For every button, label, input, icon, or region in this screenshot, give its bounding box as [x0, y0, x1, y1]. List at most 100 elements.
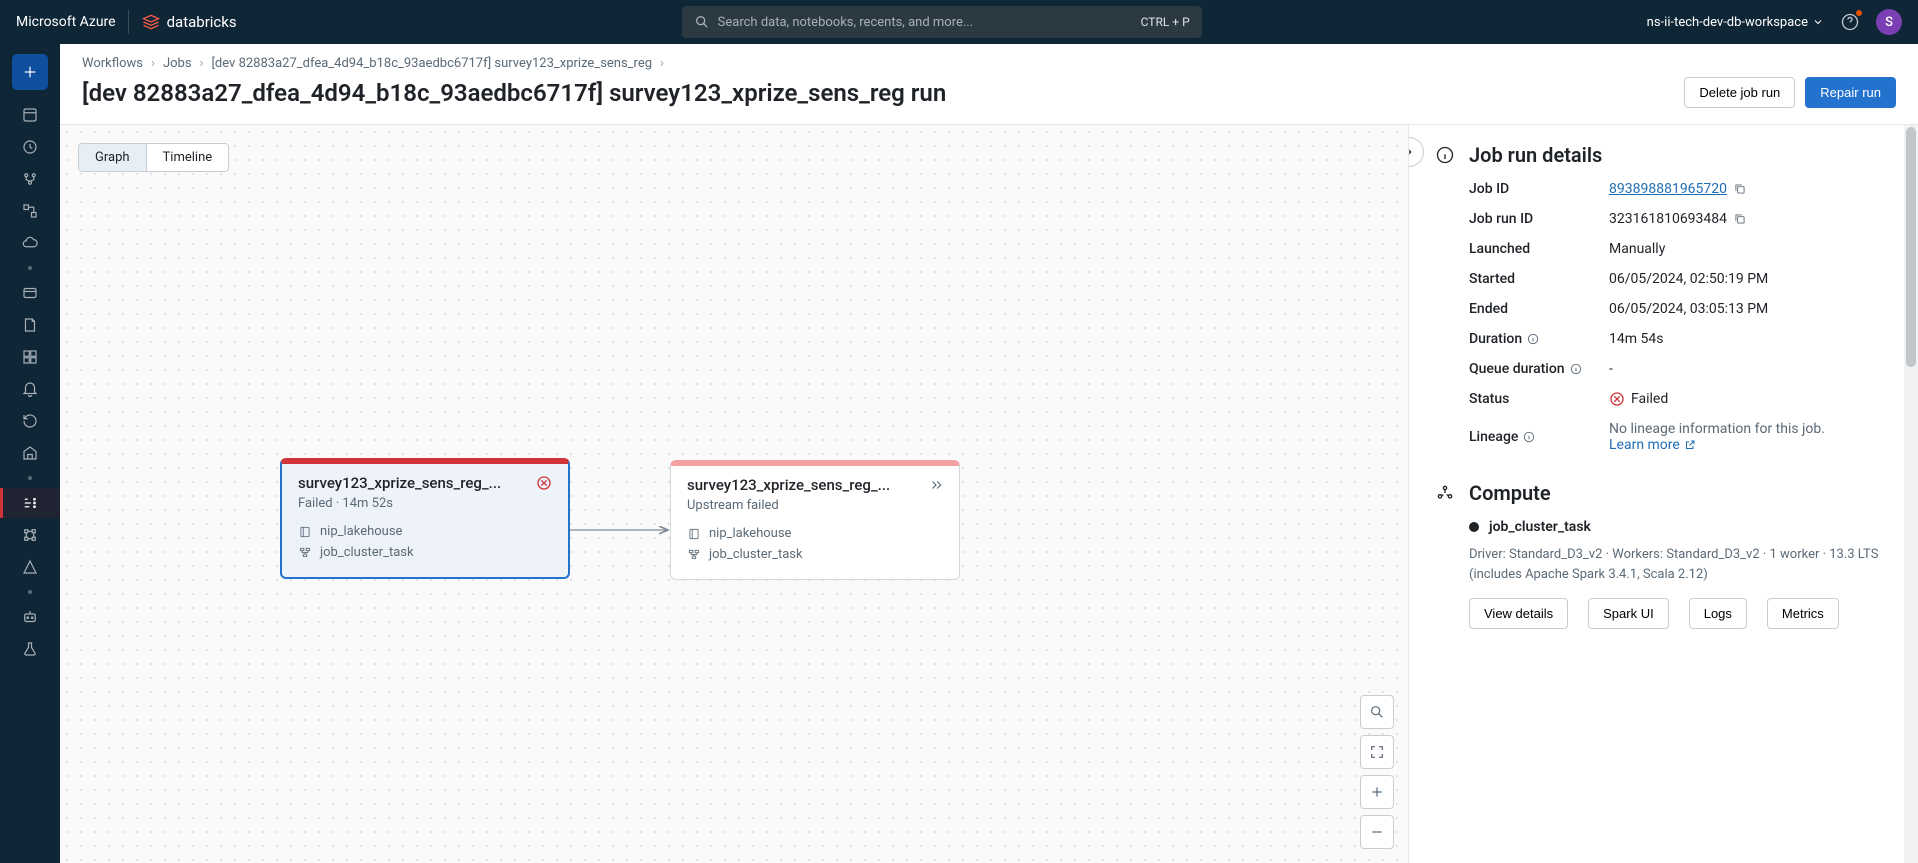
page-header: Workflows › Jobs › [dev 82883a27_dfea_4d…	[60, 44, 1918, 125]
task-node-2[interactable]: survey123_xprize_sens_reg_... Upstream f…	[670, 460, 960, 580]
logs-button[interactable]: Logs	[1689, 598, 1747, 629]
task-node-1[interactable]: survey123_xprize_sens_reg_... Failed · 1…	[280, 458, 570, 579]
sidebar-item-experiments[interactable]	[0, 634, 60, 664]
value-lineage: No lineage information for this job. Lea…	[1609, 421, 1892, 453]
task-1-cluster: job_cluster_task	[298, 542, 552, 563]
notebook-icon	[687, 527, 701, 541]
info-icon[interactable]	[1569, 362, 1583, 376]
cluster-status-dot	[1469, 522, 1479, 532]
search-icon	[694, 14, 710, 30]
breadcrumbs: Workflows › Jobs › [dev 82883a27_dfea_4d…	[82, 56, 1896, 71]
failed-icon	[1609, 391, 1625, 407]
canvas-controls	[1360, 695, 1394, 849]
task-1-status: Failed · 14m 52s	[298, 496, 552, 511]
search-placeholder: Search data, notebooks, recents, and mor…	[718, 15, 1133, 30]
task-2-catalog: nip_lakehouse	[687, 523, 943, 544]
search-wrap: Search data, notebooks, recents, and mor…	[237, 6, 1647, 38]
cluster-name: job_cluster_task	[1489, 519, 1591, 535]
help-button[interactable]	[1840, 12, 1860, 32]
delete-run-button[interactable]: Delete job run	[1684, 77, 1795, 108]
sidebar-item-workflows[interactable]	[0, 196, 60, 226]
label-launched: Launched	[1469, 241, 1609, 257]
chevron-right-icon: ›	[660, 56, 664, 71]
user-avatar[interactable]: S	[1876, 9, 1902, 35]
sidebar-item-compute[interactable]	[0, 228, 60, 258]
task-2-title: survey123_xprize_sens_reg_...	[687, 476, 923, 494]
sidebar-item-catalog[interactable]	[0, 164, 60, 194]
tab-graph[interactable]: Graph	[79, 144, 146, 171]
value-ended: 06/05/2024, 03:05:13 PM	[1609, 301, 1892, 317]
task-1-title: survey123_xprize_sens_reg_...	[298, 474, 530, 492]
sidebar-item-history[interactable]	[0, 406, 60, 436]
sidebar-item-dashboards[interactable]	[0, 342, 60, 372]
lineage-text: No lineage information for this job.	[1609, 421, 1892, 437]
sidebar-item-alerts[interactable]	[0, 374, 60, 404]
value-duration: 14m 54s	[1609, 331, 1892, 347]
breadcrumb-workflows[interactable]: Workflows	[82, 56, 143, 71]
task-2-status: Upstream failed	[687, 498, 943, 513]
collapse-panel-button[interactable]	[1408, 137, 1424, 167]
zoom-in-button[interactable]	[1360, 775, 1394, 809]
sidebar-item-delta[interactable]	[0, 552, 60, 582]
sidebar-item-ingestion[interactable]	[0, 520, 60, 550]
compute-description: Driver: Standard_D3_v2 · Workers: Standa…	[1469, 545, 1892, 584]
folder-icon	[21, 106, 39, 124]
breadcrumb-job[interactable]: [dev 82883a27_dfea_4d94_b18c_93aedbc6717…	[211, 56, 652, 71]
sidebar-item-job-runs[interactable]	[0, 488, 60, 518]
bell-icon	[21, 380, 39, 398]
zoom-out-button[interactable]	[1360, 815, 1394, 849]
breadcrumb-jobs[interactable]: Jobs	[163, 56, 192, 71]
details-panel: Job run details Job ID 893898881965720 J…	[1408, 125, 1918, 863]
scrollbar[interactable]	[1904, 125, 1918, 863]
sidebar-item-queries[interactable]	[0, 310, 60, 340]
view-details-button[interactable]: View details	[1469, 598, 1568, 629]
run-id-text: 323161810693484	[1609, 211, 1727, 227]
notification-dot	[1856, 10, 1862, 16]
brand-group: Microsoft Azure databricks	[16, 10, 237, 34]
task-1-catalog: nip_lakehouse	[298, 521, 552, 542]
brand-databricks[interactable]: databricks	[141, 12, 237, 32]
title-row: [dev 82883a27_dfea_4d94_b18c_93aedbc6717…	[82, 77, 1896, 108]
top-bar: Microsoft Azure databricks Search data, …	[0, 0, 1918, 44]
tab-timeline[interactable]: Timeline	[146, 144, 229, 171]
sidebar-create-button[interactable]	[12, 54, 48, 90]
info-icon[interactable]	[1526, 332, 1540, 346]
scrollbar-thumb[interactable]	[1906, 127, 1916, 367]
info-icon[interactable]	[1522, 430, 1536, 444]
lineage-label-text: Lineage	[1469, 429, 1518, 445]
sidebar-item-ml[interactable]	[0, 602, 60, 632]
canvas-search-button[interactable]	[1360, 695, 1394, 729]
global-search[interactable]: Search data, notebooks, recents, and mor…	[682, 6, 1202, 38]
dashboard-icon	[21, 348, 39, 366]
workspace-selector[interactable]: ns-ii-tech-dev-db-workspace	[1647, 15, 1824, 30]
search-icon	[1369, 704, 1385, 720]
learn-more-link[interactable]: Learn more	[1609, 437, 1696, 453]
sidebar-item-sql[interactable]	[0, 278, 60, 308]
label-run-id: Job run ID	[1469, 211, 1609, 227]
sidebar-item-workspace[interactable]	[0, 100, 60, 130]
chevron-right-icon: ›	[151, 56, 155, 71]
sidebar-item-recents[interactable]	[0, 132, 60, 162]
label-ended: Ended	[1469, 301, 1609, 317]
label-lineage: Lineage	[1469, 421, 1609, 453]
spark-ui-button[interactable]: Spark UI	[1588, 598, 1669, 629]
repair-run-button[interactable]: Repair run	[1805, 77, 1896, 108]
sidebar-item-warehouse[interactable]	[0, 438, 60, 468]
graph-canvas[interactable]: Graph Timeline survey123_xprize_sens_reg…	[60, 125, 1408, 863]
cluster-icon	[687, 548, 701, 562]
sql-icon	[21, 284, 39, 302]
task-2-cluster: job_cluster_task	[687, 544, 943, 565]
view-tabs: Graph Timeline	[78, 143, 229, 172]
fit-screen-button[interactable]	[1360, 735, 1394, 769]
main-content: Workflows › Jobs › [dev 82883a27_dfea_4d…	[60, 44, 1918, 863]
value-status: Failed	[1609, 391, 1892, 407]
minus-icon	[1369, 824, 1385, 840]
job-id-link[interactable]: 893898881965720	[1609, 181, 1727, 197]
sidebar-divider-3	[28, 590, 32, 594]
copy-icon[interactable]	[1733, 182, 1747, 196]
value-started: 06/05/2024, 02:50:19 PM	[1609, 271, 1892, 287]
databricks-logo-icon	[141, 12, 161, 32]
copy-icon[interactable]	[1733, 212, 1747, 226]
page-title: [dev 82883a27_dfea_4d94_b18c_93aedbc6717…	[82, 79, 1684, 107]
metrics-button[interactable]: Metrics	[1767, 598, 1839, 629]
